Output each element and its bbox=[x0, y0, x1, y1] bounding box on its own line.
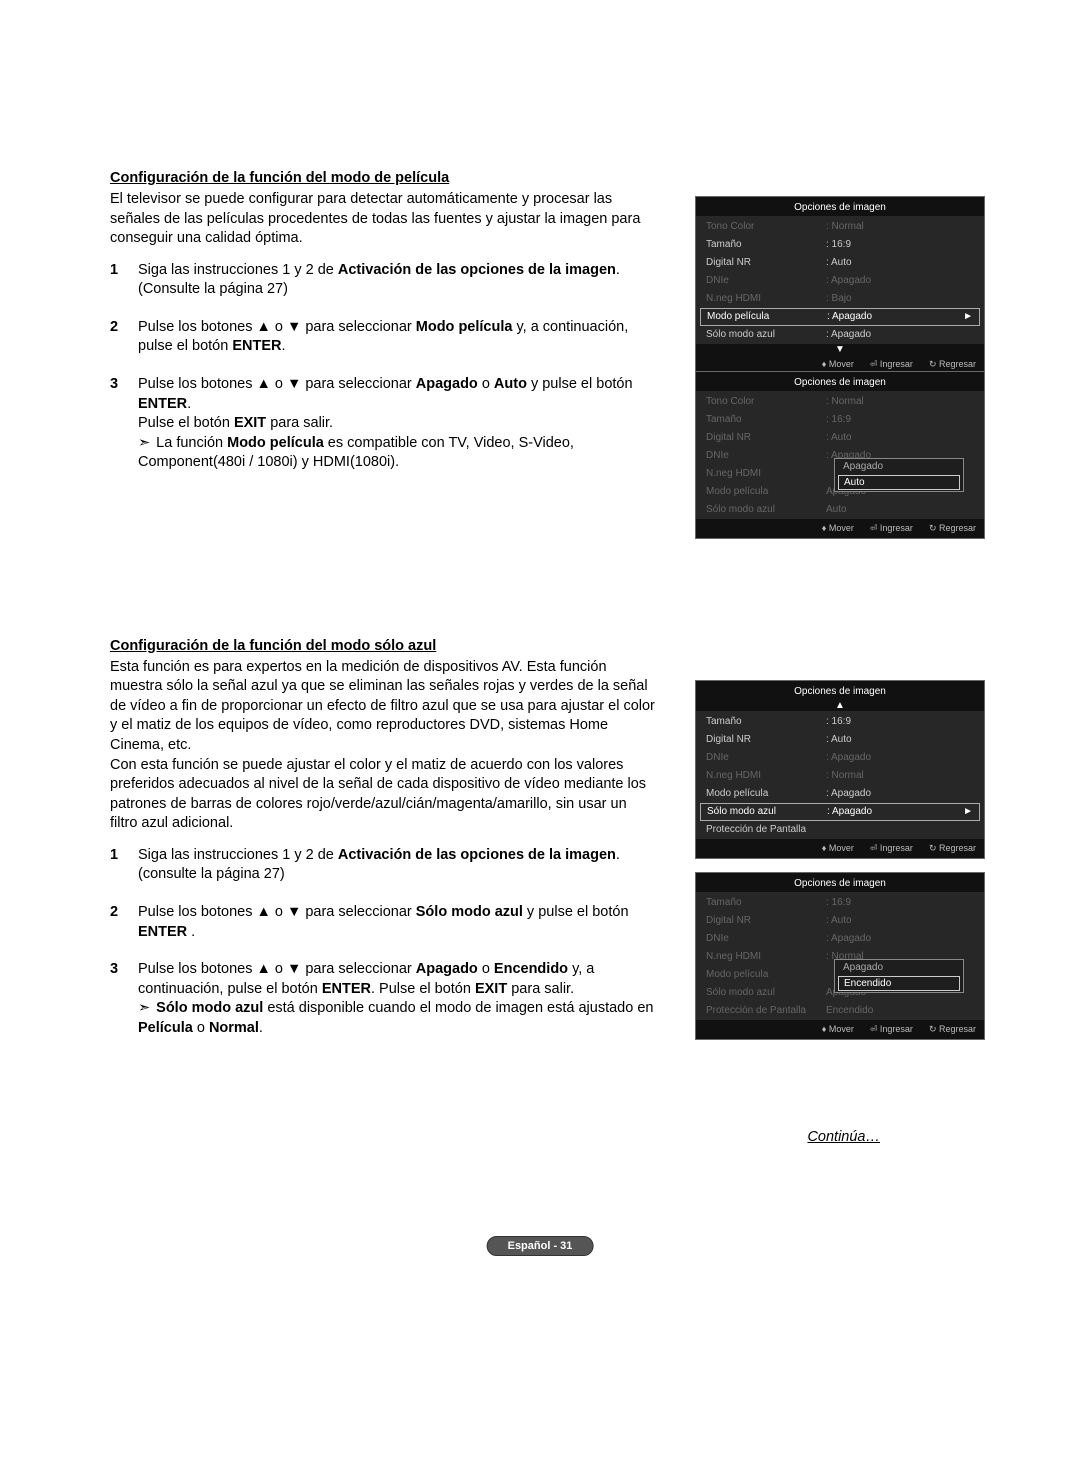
osd-row: Tono Color: Normal bbox=[696, 218, 984, 236]
step-number: 3 bbox=[110, 375, 138, 473]
osd-row: Digital NR: Auto bbox=[696, 429, 984, 447]
mover-hint: ♦ Mover bbox=[822, 359, 854, 370]
step-number: 1 bbox=[110, 261, 138, 300]
osd-option: Apagado bbox=[835, 459, 963, 474]
step2-body: Pulse los botones ▲ o ▼ para seleccionar… bbox=[138, 318, 655, 357]
osd-title: Opciones de imagen bbox=[696, 873, 984, 892]
section1-steps: 1 Siga las instrucciones 1 y 2 de Activa… bbox=[110, 261, 655, 473]
mover-hint: ♦ Mover bbox=[822, 843, 854, 854]
s2-step1-body: Siga las instrucciones 1 y 2 de Activaci… bbox=[138, 846, 655, 885]
osd-title: Opciones de imagen bbox=[696, 681, 984, 700]
osd-panel-1: Opciones de imagen Tono Color: NormalTam… bbox=[695, 196, 985, 375]
osd-option: Apagado bbox=[835, 960, 963, 975]
regresar-hint: ↻ Regresar bbox=[929, 1024, 976, 1035]
osd-option: Encendido bbox=[838, 976, 960, 991]
section2-intro2: Con esta función se puede ajustar el col… bbox=[110, 756, 655, 834]
scroll-up-icon: ▲ bbox=[696, 700, 984, 711]
osd-title: Opciones de imagen bbox=[696, 372, 984, 391]
osd-footer: ♦ Mover ⏎ Ingresar ↻ Regresar bbox=[696, 519, 984, 538]
regresar-hint: ↻ Regresar bbox=[929, 359, 976, 370]
step1-body: Siga las instrucciones 1 y 2 de Activaci… bbox=[138, 261, 655, 300]
osd-body-4: Tamaño: 16:9Digital NR: AutoDNIe: Apagad… bbox=[696, 892, 984, 1020]
ingresar-hint: ⏎ Ingresar bbox=[870, 1024, 913, 1035]
osd-row: Tamaño: 16:9 bbox=[696, 713, 984, 731]
osd-row: DNIe: Apagado bbox=[696, 749, 984, 767]
section1-intro: El televisor se puede configurar para de… bbox=[110, 190, 655, 249]
osd-footer: ♦ Mover ⏎ Ingresar ↻ Regresar bbox=[696, 839, 984, 858]
regresar-hint: ↻ Regresar bbox=[929, 843, 976, 854]
scroll-down-icon: ▼ bbox=[696, 344, 984, 355]
section1-title: Configuración de la función del modo de … bbox=[110, 170, 655, 186]
arrow-right-icon: ► bbox=[963, 805, 973, 819]
osd-row: Digital NR: Auto bbox=[696, 254, 984, 272]
step3-body: Pulse los botones ▲ o ▼ para seleccionar… bbox=[138, 375, 655, 473]
osd-row: N.neg HDMI: Bajo bbox=[696, 290, 984, 308]
osd-row: Sólo modo azul: Apagado► bbox=[700, 803, 980, 821]
step-number: 2 bbox=[110, 903, 138, 942]
osd-row: Tamaño: 16:9 bbox=[696, 894, 984, 912]
osd-panel-4: Opciones de imagen Tamaño: 16:9Digital N… bbox=[695, 872, 985, 1040]
mover-hint: ♦ Mover bbox=[822, 1024, 854, 1035]
osd-row: DNIe: Apagado bbox=[696, 930, 984, 948]
s2-step3-body: Pulse los botones ▲ o ▼ para seleccionar… bbox=[138, 960, 655, 1038]
osd-body-2: Tono Color: NormalTamaño: 16:9Digital NR… bbox=[696, 391, 984, 519]
osd-row: Tamaño: 16:9 bbox=[696, 411, 984, 429]
page-badge: Español - 31 bbox=[487, 1236, 594, 1256]
osd-row: DNIe: Apagado bbox=[696, 272, 984, 290]
osd-row: Modo película: Apagado bbox=[696, 785, 984, 803]
osd-row: Sólo modo azulAuto bbox=[696, 501, 984, 519]
osd-submenu-2: ApagadoAuto bbox=[834, 458, 964, 492]
osd-footer: ♦ Mover ⏎ Ingresar ↻ Regresar bbox=[696, 1020, 984, 1039]
osd-body-1: Tono Color: NormalTamaño: 16:9Digital NR… bbox=[696, 216, 984, 344]
osd-title: Opciones de imagen bbox=[696, 197, 984, 216]
section2-steps: 1 Siga las instrucciones 1 y 2 de Activa… bbox=[110, 846, 655, 1039]
osd-row: Protección de Pantalla bbox=[696, 821, 984, 839]
ingresar-hint: ⏎ Ingresar bbox=[870, 359, 913, 370]
osd-row: N.neg HDMI: Normal bbox=[696, 767, 984, 785]
osd-row: Modo película: Apagado► bbox=[700, 308, 980, 326]
step-number: 3 bbox=[110, 960, 138, 1038]
section2-intro: Esta función es para expertos en la medi… bbox=[110, 658, 655, 756]
continue-label: Continúa… bbox=[807, 1129, 880, 1145]
osd-body-3: Tamaño: 16:9Digital NR: AutoDNIe: Apagad… bbox=[696, 711, 984, 839]
osd-panel-2: Opciones de imagen Tono Color: NormalTam… bbox=[695, 371, 985, 539]
osd-row: Protección de PantallaEncendido bbox=[696, 1002, 984, 1020]
osd-row: Digital NR: Auto bbox=[696, 731, 984, 749]
section2-title: Configuración de la función del modo sól… bbox=[110, 638, 655, 654]
osd-row: Digital NR: Auto bbox=[696, 912, 984, 930]
osd-row: Tono Color: Normal bbox=[696, 393, 984, 411]
osd-option: Auto bbox=[838, 475, 960, 490]
ingresar-hint: ⏎ Ingresar bbox=[870, 523, 913, 534]
osd-submenu-4: ApagadoEncendido bbox=[834, 959, 964, 993]
osd-row: Tamaño: 16:9 bbox=[696, 236, 984, 254]
regresar-hint: ↻ Regresar bbox=[929, 523, 976, 534]
mover-hint: ♦ Mover bbox=[822, 523, 854, 534]
step-number: 1 bbox=[110, 846, 138, 885]
osd-panel-3: Opciones de imagen ▲ Tamaño: 16:9Digital… bbox=[695, 680, 985, 859]
s2-step2-body: Pulse los botones ▲ o ▼ para seleccionar… bbox=[138, 903, 655, 942]
ingresar-hint: ⏎ Ingresar bbox=[870, 843, 913, 854]
osd-row: Sólo modo azul: Apagado bbox=[696, 326, 984, 344]
note-arrow-icon bbox=[138, 435, 156, 451]
arrow-right-icon: ► bbox=[963, 310, 973, 324]
step-number: 2 bbox=[110, 318, 138, 357]
note-arrow-icon bbox=[138, 1000, 156, 1016]
